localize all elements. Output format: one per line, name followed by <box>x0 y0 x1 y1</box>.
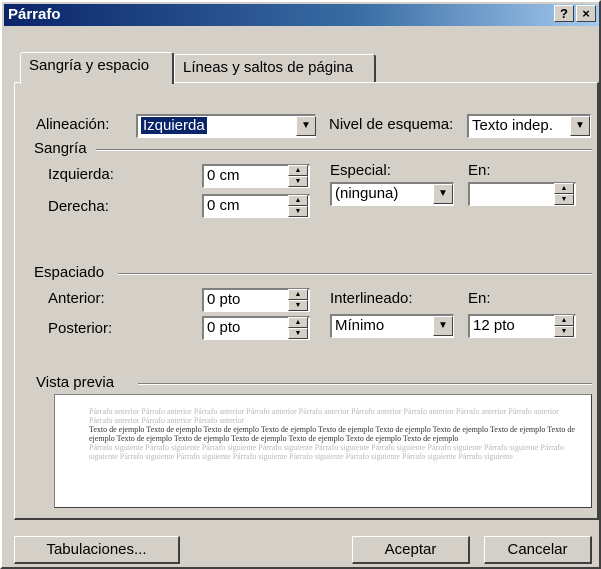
line-spacing-label: Interlineado: <box>330 290 413 307</box>
outline-label: Nivel de esquema: <box>329 116 454 133</box>
spacing-after-label: Posterior: <box>48 320 113 337</box>
indent-left-label: Izquierda: <box>48 166 114 183</box>
cancel-button[interactable]: Cancelar <box>484 536 592 564</box>
dialog-title: Párrafo <box>8 6 61 23</box>
preview-next-paragraph: Párrafo siguiente Párrafo siguiente Párr… <box>89 443 564 461</box>
alignment-dropdown-button[interactable]: ▼ <box>296 116 316 136</box>
special-dropdown-button[interactable]: ▼ <box>433 184 453 204</box>
preview-previous-paragraph: Párrafo anterior Párrafo anterior Párraf… <box>89 407 559 425</box>
outline-dropdown-button[interactable]: ▼ <box>570 116 590 136</box>
spacing-at-value: 12 pto <box>473 317 515 334</box>
spacing-before-value: 0 pto <box>207 291 241 308</box>
indent-right-label: Derecha: <box>48 198 109 215</box>
tab-line-page-breaks-label: Líneas y saltos de página <box>183 59 354 76</box>
preview-box: Párrafo anterior Párrafo anterior Párraf… <box>54 394 592 508</box>
spacing-before-spinner[interactable]: ▲ ▼ <box>288 289 308 311</box>
alignment-select[interactable]: Izquierda <box>136 114 316 138</box>
tab-line-page-breaks[interactable]: Líneas y saltos de página <box>174 54 376 82</box>
preview-sample-text: Texto de ejemplo Texto de ejemplo Texto … <box>89 425 575 443</box>
ok-button[interactable]: Aceptar <box>352 536 470 564</box>
close-button[interactable]: × <box>576 5 596 22</box>
chevron-down-icon: ▼ <box>575 120 585 131</box>
spacing-before-label: Anterior: <box>48 290 105 307</box>
arrow-up-icon[interactable]: ▲ <box>288 165 308 176</box>
alignment-label: Alineación: <box>36 116 110 133</box>
alignment-value: Izquierda <box>141 117 207 134</box>
arrow-down-icon[interactable]: ▼ <box>554 326 574 337</box>
arrow-up-icon[interactable]: ▲ <box>288 317 308 328</box>
spacing-at-label: En: <box>468 290 491 307</box>
indent-right-value: 0 cm <box>207 197 240 214</box>
cancel-button-label: Cancelar <box>507 541 568 558</box>
arrow-down-icon[interactable]: ▼ <box>288 300 308 311</box>
paragraph-dialog: Párrafo ? × Sangría y espacio Líneas y s… <box>0 0 601 569</box>
tabs-button-label: Tabulaciones... <box>46 541 147 558</box>
spacing-after-spinner[interactable]: ▲ ▼ <box>288 317 308 339</box>
outline-value: Texto indep. <box>472 117 553 134</box>
arrow-down-icon[interactable]: ▼ <box>288 328 308 339</box>
arrow-down-icon[interactable]: ▼ <box>554 194 574 205</box>
arrow-up-icon[interactable]: ▲ <box>288 289 308 300</box>
tabs-button[interactable]: Tabulaciones... <box>14 536 180 564</box>
line-spacing-dropdown-button[interactable]: ▼ <box>433 316 453 336</box>
arrow-up-icon[interactable]: ▲ <box>554 183 574 194</box>
chevron-down-icon: ▼ <box>438 188 448 199</box>
indent-left-value: 0 cm <box>207 167 240 184</box>
spacing-group-divider <box>118 273 592 275</box>
arrow-up-icon[interactable]: ▲ <box>288 195 308 206</box>
tab-indent-spacing-label: Sangría y espacio <box>29 57 150 74</box>
arrow-down-icon[interactable]: ▼ <box>288 206 308 217</box>
line-spacing-value: Mínimo <box>335 317 385 334</box>
special-label: Especial: <box>330 162 391 179</box>
spacing-group-label: Espaciado <box>34 264 105 281</box>
indent-group-label: Sangría <box>34 140 87 157</box>
chevron-down-icon: ▼ <box>301 120 311 131</box>
preview-group-label: Vista previa <box>36 374 115 391</box>
indent-group-divider <box>96 149 592 151</box>
indent-left-spinner[interactable]: ▲ ▼ <box>288 165 308 187</box>
help-button[interactable]: ? <box>554 5 574 22</box>
indent-right-spinner[interactable]: ▲ ▼ <box>288 195 308 217</box>
spacing-at-spinner[interactable]: ▲ ▼ <box>554 315 574 337</box>
special-value: (ninguna) <box>335 185 399 202</box>
preview-group-divider <box>138 383 592 385</box>
indent-by-label: En: <box>468 162 491 179</box>
arrow-up-icon[interactable]: ▲ <box>554 315 574 326</box>
ok-button-label: Aceptar <box>384 541 437 558</box>
spacing-after-value: 0 pto <box>207 319 241 336</box>
arrow-down-icon[interactable]: ▼ <box>288 176 308 187</box>
indent-by-spinner[interactable]: ▲ ▼ <box>554 183 574 205</box>
chevron-down-icon: ▼ <box>438 320 448 331</box>
title-bar[interactable]: Párrafo <box>4 4 599 26</box>
tab-indent-spacing[interactable]: Sangría y espacio <box>20 52 174 84</box>
